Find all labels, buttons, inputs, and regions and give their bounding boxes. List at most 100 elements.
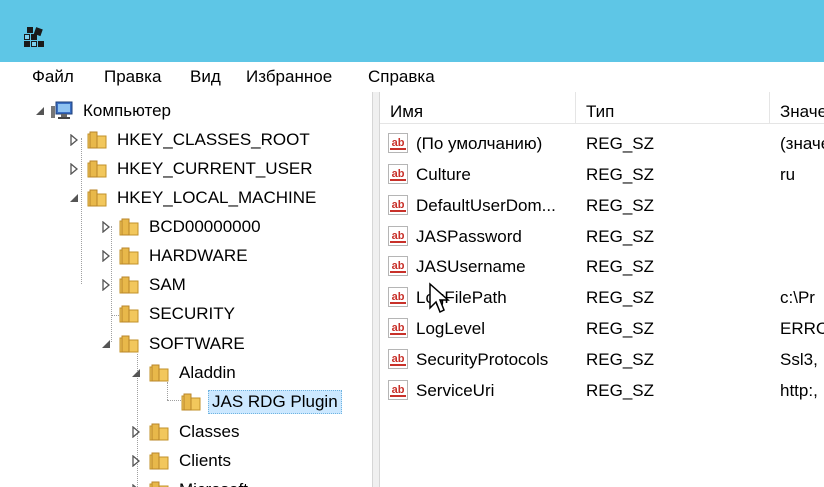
collapsed-arrow-icon[interactable] bbox=[68, 134, 80, 146]
menu-help[interactable]: Справка bbox=[368, 67, 435, 87]
value-type: REG_SZ bbox=[586, 288, 655, 307]
folder-icon bbox=[119, 305, 139, 323]
folder-icon bbox=[149, 452, 169, 470]
collapsed-arrow-icon[interactable] bbox=[130, 426, 142, 438]
folder-open-icon bbox=[149, 364, 169, 382]
svg-text:ab: ab bbox=[392, 353, 405, 365]
reg-sz-ab-icon: ab bbox=[388, 195, 408, 215]
value-data: ru bbox=[780, 165, 796, 184]
tree-node-hardware[interactable]: HARDWARE bbox=[100, 242, 251, 270]
title-bar bbox=[0, 0, 824, 62]
svg-text:ab: ab bbox=[392, 322, 405, 334]
value-type: REG_SZ bbox=[586, 134, 655, 153]
reg-sz-ab-icon: ab bbox=[388, 287, 408, 307]
menu-view[interactable]: Вид bbox=[190, 67, 221, 87]
tree-node-hkey-classes-root[interactable]: HKEY_CLASSES_ROOT bbox=[68, 126, 313, 154]
value-row[interactable]: ab DefaultUserDom... REG_SZ bbox=[380, 191, 824, 222]
value-name: Culture bbox=[416, 165, 471, 184]
computer-icon bbox=[51, 101, 73, 119]
menu-favorites[interactable]: Избранное bbox=[246, 67, 332, 87]
collapsed-arrow-icon[interactable] bbox=[100, 279, 112, 291]
folder-icon bbox=[87, 160, 107, 178]
value-type: REG_SZ bbox=[586, 196, 655, 215]
column-header-type[interactable]: Тип bbox=[576, 92, 770, 124]
svg-text:ab: ab bbox=[392, 199, 405, 211]
folder-icon bbox=[119, 247, 139, 265]
value-type: REG_SZ bbox=[586, 165, 655, 184]
reg-sz-ab-icon: ab bbox=[388, 318, 408, 338]
regedit-app-icon[interactable] bbox=[22, 24, 48, 48]
registry-tree-pane[interactable]: Компьютер HKEY_CLASSES_ROOT HKEY_CURRENT… bbox=[0, 92, 372, 487]
tree-label: HKEY_LOCAL_MACHINE bbox=[117, 188, 317, 207]
tree-node-clients[interactable]: Clients bbox=[130, 447, 234, 475]
tree-node-jas-rdg-plugin[interactable]: JAS RDG Plugin bbox=[166, 388, 342, 416]
tree-node-hkey-current-user[interactable]: HKEY_CURRENT_USER bbox=[68, 155, 316, 183]
value-data: http:, bbox=[780, 381, 818, 400]
svg-text:ab: ab bbox=[392, 384, 405, 396]
value-row[interactable]: ab Culture REG_SZ ru bbox=[380, 160, 824, 191]
collapsed-arrow-icon[interactable] bbox=[68, 163, 80, 175]
expanded-arrow-icon[interactable] bbox=[34, 105, 46, 117]
value-type: REG_SZ bbox=[586, 319, 655, 338]
collapsed-arrow-icon[interactable] bbox=[100, 250, 112, 262]
folder-icon bbox=[149, 481, 169, 487]
tree-node-hkey-local-machine[interactable]: HKEY_LOCAL_MACHINE bbox=[68, 184, 319, 212]
tree-label: Clients bbox=[179, 451, 231, 470]
value-data: ERRC bbox=[780, 319, 824, 338]
expanded-arrow-icon[interactable] bbox=[130, 367, 142, 379]
tree-node-microsoft[interactable]: Microsoft bbox=[130, 476, 251, 487]
menu-bar: Файл Правка Вид Избранное Справка bbox=[0, 62, 824, 92]
folder-icon bbox=[87, 131, 107, 149]
column-header-name[interactable]: Имя bbox=[380, 92, 576, 124]
value-row[interactable]: ab ServiceUri REG_SZ http:, bbox=[380, 376, 824, 407]
tree-label: SOFTWARE bbox=[149, 334, 245, 353]
reg-sz-ab-icon: ab bbox=[388, 164, 408, 184]
value-row[interactable]: ab JASPassword REG_SZ bbox=[380, 222, 824, 253]
tree-node-computer[interactable]: Компьютер bbox=[34, 97, 174, 125]
mouse-cursor-icon bbox=[429, 282, 450, 314]
collapsed-arrow-icon[interactable] bbox=[100, 221, 112, 233]
reg-sz-ab-icon: ab bbox=[388, 380, 408, 400]
expanded-arrow-icon[interactable] bbox=[68, 192, 80, 204]
folder-icon bbox=[119, 276, 139, 294]
value-row[interactable]: ab SecurityProtocols REG_SZ Ssl3, bbox=[380, 345, 824, 376]
reg-sz-ab-icon: ab bbox=[388, 226, 408, 246]
value-data: Ssl3, bbox=[780, 350, 818, 369]
column-header-value[interactable]: Значение bbox=[770, 92, 824, 124]
value-data: (значение не присвоено) bbox=[780, 134, 824, 153]
value-name: (По умолчанию) bbox=[416, 134, 543, 153]
value-row[interactable]: ab LogLevel REG_SZ ERRC bbox=[380, 314, 824, 345]
tree-node-security[interactable]: SECURITY bbox=[100, 300, 238, 328]
value-name: ServiceUri bbox=[416, 381, 495, 400]
folder-open-icon bbox=[87, 189, 107, 207]
value-name: LogLevel bbox=[416, 319, 486, 338]
menu-file[interactable]: Файл bbox=[32, 67, 74, 87]
tree-label: SECURITY bbox=[149, 304, 235, 323]
tree-node-software[interactable]: SOFTWARE bbox=[100, 330, 248, 358]
folder-icon bbox=[149, 423, 169, 441]
tree-node-bcd[interactable]: BCD00000000 bbox=[100, 213, 264, 241]
tree-label: Aladdin bbox=[179, 363, 236, 382]
value-type: REG_SZ bbox=[586, 227, 655, 246]
tree-node-sam[interactable]: SAM bbox=[100, 271, 189, 299]
folder-icon bbox=[119, 218, 139, 236]
svg-text:ab: ab bbox=[392, 137, 405, 149]
reg-sz-ab-icon: ab bbox=[388, 256, 408, 276]
reg-sz-ab-icon: ab bbox=[388, 349, 408, 369]
tree-label: Microsoft bbox=[176, 479, 251, 487]
folder-open-icon bbox=[119, 335, 139, 353]
value-row[interactable]: ab JASUsername REG_SZ bbox=[380, 252, 824, 283]
tree-node-classes[interactable]: Classes bbox=[130, 418, 242, 446]
tree-node-aladdin[interactable]: Aladdin bbox=[130, 359, 239, 387]
value-type: REG_SZ bbox=[586, 257, 655, 276]
collapsed-arrow-icon[interactable] bbox=[130, 455, 142, 467]
value-type: REG_SZ bbox=[586, 381, 655, 400]
menu-edit[interactable]: Правка bbox=[104, 67, 161, 87]
svg-text:ab: ab bbox=[392, 260, 405, 272]
expanded-arrow-icon[interactable] bbox=[100, 338, 112, 350]
tree-label: HARDWARE bbox=[149, 246, 248, 265]
pane-splitter[interactable] bbox=[372, 92, 380, 487]
folder-open-icon bbox=[181, 393, 201, 411]
svg-text:ab: ab bbox=[392, 230, 405, 242]
value-row[interactable]: ab (По умолчанию) REG_SZ (значение не присв… bbox=[380, 129, 824, 160]
